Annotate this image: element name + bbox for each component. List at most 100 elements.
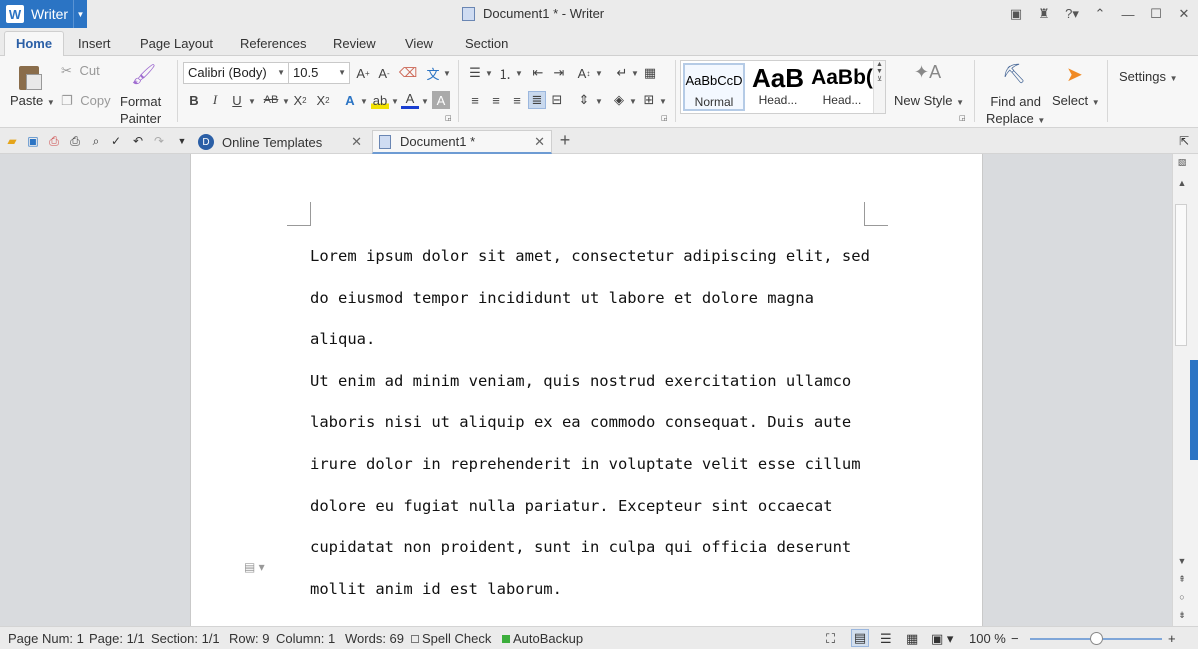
side-panel-toggle[interactable] bbox=[1190, 360, 1198, 460]
bold-icon[interactable]: B bbox=[185, 91, 203, 109]
app-menu-button[interactable]: W Writer ▼ bbox=[0, 0, 87, 28]
format-painter-button[interactable]: Format Painter bbox=[120, 93, 161, 127]
find-replace-button[interactable]: Find and Replace ▼ bbox=[986, 93, 1045, 129]
justify-icon[interactable]: ≣ bbox=[528, 91, 546, 109]
minimize-button[interactable]: — bbox=[1114, 7, 1142, 22]
redo-icon[interactable]: ↷ bbox=[151, 133, 167, 149]
change-case-icon[interactable]: A ↕ bbox=[575, 64, 593, 82]
shading-icon[interactable]: ◈ bbox=[610, 91, 628, 109]
zoom-slider-knob[interactable] bbox=[1090, 632, 1103, 645]
binoculars-icon[interactable]: ⛏ bbox=[1002, 62, 1026, 88]
align-center-icon[interactable]: ≡ bbox=[487, 91, 505, 109]
styles-dialog-launcher[interactable]: ◲ bbox=[959, 114, 966, 122]
undo-icon[interactable]: ↶ bbox=[130, 133, 146, 149]
open-icon[interactable]: ▰ bbox=[4, 133, 20, 149]
tab-section[interactable]: Section bbox=[465, 36, 508, 51]
close-tab-icon[interactable]: ✕ bbox=[351, 134, 362, 150]
bullets-icon[interactable]: ☰ bbox=[466, 64, 484, 82]
new-style-icon[interactable]: ✦A bbox=[914, 62, 941, 88]
decrease-indent-icon[interactable]: ⇤ bbox=[529, 64, 547, 82]
tab-review[interactable]: Review bbox=[333, 36, 376, 51]
status-column[interactable]: Column: 1 bbox=[276, 631, 335, 646]
style-normal[interactable]: AaBbCcD Normal bbox=[683, 63, 745, 111]
tab-references[interactable]: References bbox=[240, 36, 306, 51]
highlight-icon[interactable]: ab bbox=[371, 91, 389, 109]
outline-view-icon[interactable]: ☰ bbox=[880, 631, 892, 647]
increase-indent-icon[interactable]: ⇥ bbox=[550, 64, 568, 82]
status-row[interactable]: Row: 9 bbox=[229, 631, 269, 646]
fullscreen-icon[interactable]: ⛶ bbox=[826, 631, 835, 647]
align-right-icon[interactable]: ≡ bbox=[508, 91, 526, 109]
align-left-icon[interactable]: ≡ bbox=[466, 91, 484, 109]
select-browse-object-icon[interactable]: ○ bbox=[1176, 592, 1188, 602]
document-body[interactable]: Lorem ipsum dolor sit amet, consectetur … bbox=[310, 236, 870, 610]
table-icon[interactable]: ▦ bbox=[641, 64, 659, 82]
zoom-out-icon[interactable]: − bbox=[1011, 631, 1019, 646]
style-heading-1[interactable]: AaB Head... bbox=[747, 63, 809, 111]
cursor-icon[interactable]: ➤ bbox=[1066, 62, 1086, 88]
font-size-select[interactable]: 10.5 ▼ bbox=[288, 62, 350, 84]
paste-button[interactable]: Paste ▼ bbox=[10, 93, 55, 108]
paste-options-icon[interactable]: ▤ ▾ bbox=[244, 560, 265, 574]
scroll-down-icon[interactable]: ▼ bbox=[1176, 556, 1188, 566]
superscript-icon[interactable]: X2 bbox=[291, 91, 309, 109]
next-page-icon[interactable]: ⇟ bbox=[1176, 610, 1188, 621]
status-page-num[interactable]: Page Num: 1 bbox=[8, 631, 84, 646]
eye-protection-icon[interactable]: ▣ ▾ bbox=[931, 631, 953, 647]
strikethrough-icon[interactable]: AB bbox=[260, 91, 282, 109]
underline-icon[interactable]: U bbox=[228, 91, 246, 109]
paragraph-dialog-launcher[interactable]: ◲ bbox=[661, 114, 668, 122]
status-words[interactable]: Words: 69 bbox=[345, 631, 404, 646]
skin-icon[interactable]: ▣ bbox=[1002, 6, 1030, 22]
font-dialog-launcher[interactable]: ◲ bbox=[445, 114, 452, 122]
spell-check-icon[interactable]: ✓ bbox=[108, 133, 124, 149]
clear-format-icon[interactable]: ⌫ bbox=[399, 64, 417, 82]
chevron-down-icon[interactable]: ▼ bbox=[443, 69, 451, 78]
char-shading-icon[interactable]: A bbox=[432, 91, 450, 109]
text-effect-icon[interactable]: A bbox=[341, 91, 359, 109]
distributed-icon[interactable]: ⊟ bbox=[548, 91, 566, 109]
styles-scroll[interactable]: ▲ ▼ ⊻ bbox=[873, 61, 885, 113]
autobackup-toggle[interactable]: AutoBackup bbox=[502, 631, 583, 646]
copy-button[interactable]: ❐ Copy bbox=[61, 93, 111, 109]
prev-page-icon[interactable]: ⇞ bbox=[1176, 574, 1188, 585]
select-button[interactable]: Select ▼ bbox=[1052, 93, 1100, 108]
print-icon[interactable]: ⎙ bbox=[67, 133, 83, 149]
spell-check-toggle[interactable]: Spell Check bbox=[411, 631, 491, 646]
font-color-icon[interactable]: A bbox=[401, 91, 419, 109]
vertical-scrollbar[interactable]: ▧ ▲ ▼ ⇞ ○ ⇟ bbox=[1172, 154, 1198, 626]
close-tab-icon[interactable]: ✕ bbox=[534, 134, 545, 150]
zoom-in-icon[interactable]: + bbox=[1168, 631, 1176, 646]
paragraph-mark-icon[interactable]: ↵ bbox=[613, 64, 631, 82]
scroll-up-icon[interactable]: ▲ bbox=[1176, 178, 1188, 188]
phonetic-guide-icon[interactable]: 文 bbox=[424, 64, 442, 82]
new-style-button[interactable]: New Style ▼ bbox=[894, 93, 964, 108]
grow-font-icon[interactable]: A + bbox=[354, 64, 372, 82]
status-section[interactable]: Section: 1/1 bbox=[151, 631, 220, 646]
format-painter-icon[interactable]: 🖌 bbox=[131, 62, 156, 88]
maximize-button[interactable]: ☐ bbox=[1142, 6, 1170, 22]
tab-online-templates[interactable]: D Online Templates ✕ bbox=[194, 130, 368, 154]
subscript-icon[interactable]: X2 bbox=[314, 91, 332, 109]
split-view-icon[interactable]: ▧ bbox=[1176, 157, 1188, 168]
new-tab-icon[interactable]: + bbox=[557, 130, 573, 150]
tab-document1[interactable]: Document1 * ✕ bbox=[372, 130, 552, 154]
style-heading-2[interactable]: AaBb( Head... bbox=[811, 63, 873, 111]
collapse-ribbon-icon[interactable]: ⌃ bbox=[1086, 6, 1114, 22]
shrink-font-icon[interactable]: A- bbox=[375, 64, 393, 82]
paste-icon[interactable] bbox=[16, 62, 44, 92]
numbering-icon[interactable]: ⒈ bbox=[496, 64, 514, 82]
zoom-level[interactable]: 100 % bbox=[969, 631, 1006, 646]
tab-view[interactable]: View bbox=[405, 36, 433, 51]
shirt-icon[interactable]: ♜ bbox=[1030, 6, 1058, 22]
tab-list-icon[interactable]: ⇱ bbox=[1176, 133, 1192, 149]
document-page[interactable]: Lorem ipsum dolor sit amet, consectetur … bbox=[190, 154, 983, 626]
tab-insert[interactable]: Insert bbox=[78, 36, 111, 51]
tab-page-layout[interactable]: Page Layout bbox=[140, 36, 213, 51]
line-spacing-icon[interactable]: ⇕ bbox=[575, 91, 593, 109]
font-name-select[interactable]: Calibri (Body) ▼ bbox=[183, 62, 289, 84]
status-page[interactable]: Page: 1/1 bbox=[89, 631, 145, 646]
web-view-icon[interactable]: ▦ bbox=[906, 631, 918, 647]
scroll-thumb[interactable] bbox=[1175, 204, 1187, 346]
chevron-down-icon[interactable]: ▼ bbox=[73, 0, 87, 28]
